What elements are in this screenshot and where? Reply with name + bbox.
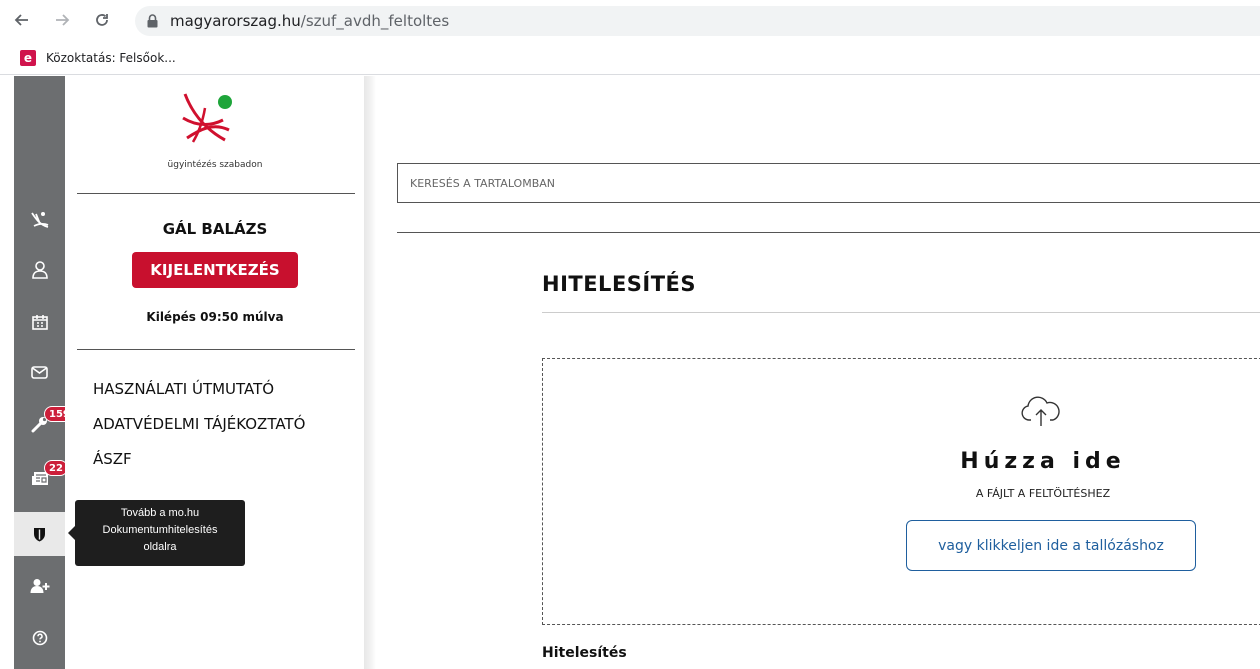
user-name: GÁL BALÁZS	[162, 220, 268, 238]
usage-guide-link[interactable]: HASZNÁLATI ÚTMUTATÓ	[93, 378, 305, 413]
logo-caption: ügyintézés szabadon	[167, 160, 263, 170]
tooltip-line: oldalra	[143, 541, 177, 553]
rail-home-item[interactable]	[14, 198, 65, 242]
icon-rail: 159 22	[14, 76, 75, 669]
file-dropzone[interactable]: Húzza ide A FÁJLT A FELTÖLTÉSHEZ vagy kl…	[542, 358, 1260, 625]
divider	[77, 349, 355, 350]
rail-add-user-item[interactable]	[14, 564, 65, 608]
lock-icon	[147, 14, 161, 28]
session-timer: Kilépés 09:50 múlva	[146, 310, 284, 324]
rail-profile-item[interactable]	[14, 248, 65, 292]
shield-icon	[34, 527, 45, 541]
privacy-notice-link[interactable]: ADATVÉDELMI TÁJÉKOZTATÓ	[93, 413, 305, 448]
mail-icon	[31, 365, 48, 379]
browse-button[interactable]: vagy klikkeljen ide a tallózáshoz	[906, 520, 1196, 571]
rail-tooltip: Tovább a mo.hu Dokumentumhitelesítés old…	[68, 500, 245, 566]
bookmark-favicon-icon: e	[20, 50, 36, 66]
dropzone-title: Húzza ide	[960, 449, 1126, 474]
terms-link[interactable]: ÁSZF	[93, 448, 305, 483]
forward-arrow-icon[interactable]	[52, 10, 72, 30]
sidebar: ügyintézés szabadon GÁL BALÁZS KIJELENTK…	[65, 76, 365, 669]
divider	[542, 312, 1260, 313]
add-user-icon	[30, 579, 49, 593]
sidebar-shadow	[364, 76, 376, 669]
tooltip-line: Dokumentumhitelesítés	[102, 524, 218, 536]
sidebar-links: HASZNÁLATI ÚTMUTATÓ ADATVÉDELMI TÁJÉKOZT…	[93, 378, 305, 483]
tooltip-line: Tovább a mo.hu	[120, 507, 200, 519]
search-input[interactable]: KERESÉS A TARTALOMBAN	[397, 163, 1260, 203]
calendar-icon	[31, 315, 48, 330]
address-bar[interactable]: magyarorszag.hu/szuf_avdh_feltoltes	[135, 6, 1260, 36]
browser-toolbar: magyarorszag.hu/szuf_avdh_feltoltes	[0, 0, 1260, 42]
rail-mail-item[interactable]	[14, 350, 65, 394]
url-host: magyarorszag.hu	[170, 12, 301, 30]
cloud-upload-icon	[1021, 396, 1060, 426]
back-arrow-icon[interactable]	[12, 10, 32, 30]
help-icon	[32, 630, 47, 646]
dropzone-subtitle: A FÁJLT A FELTÖLTÉSHEZ	[975, 487, 1111, 500]
rail-news-item[interactable]: 22	[14, 456, 68, 500]
logo-icon	[30, 212, 48, 228]
site-logo[interactable]	[173, 90, 243, 150]
rail-help-item[interactable]	[14, 616, 65, 660]
bookmark-item[interactable]: Közoktatás: Felsőok...	[46, 51, 176, 65]
user-icon	[31, 261, 48, 279]
url-path: /szuf_avdh_feltoltes	[300, 12, 450, 30]
section-heading: Hitelesítés	[542, 645, 627, 661]
bookmarks-bar: e Közoktatás: Felsőok...	[0, 42, 1260, 75]
rail-tools-item[interactable]: 159	[14, 402, 75, 446]
divider	[397, 232, 1260, 233]
rail-calendar-item[interactable]	[14, 300, 65, 344]
rail-authentication-item[interactable]	[14, 512, 65, 556]
divider	[77, 193, 355, 194]
reload-icon[interactable]	[92, 10, 112, 30]
page-title: HITELESÍTÉS	[542, 272, 697, 296]
logout-button[interactable]: KIJELENTKEZÉS	[132, 252, 298, 288]
